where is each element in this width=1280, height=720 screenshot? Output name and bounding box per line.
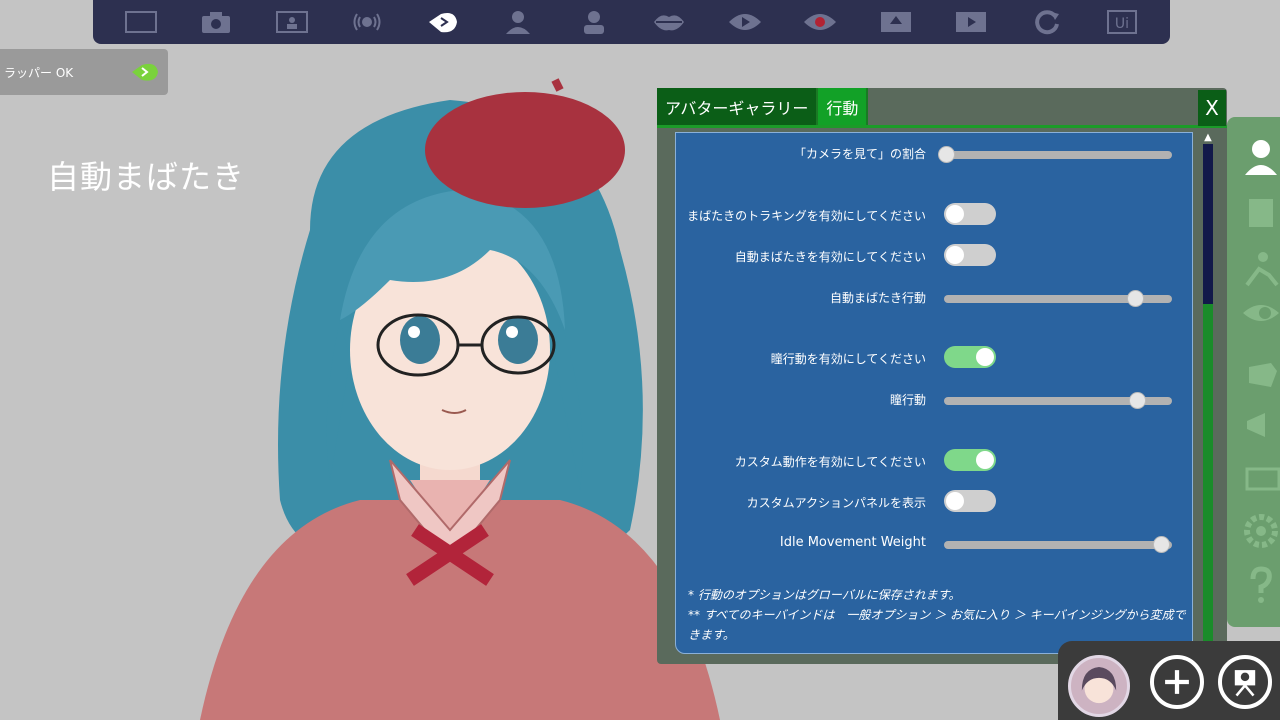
close-button[interactable]: X	[1198, 90, 1226, 126]
setting-row: 自動まばたきを有効にしてください	[676, 244, 1192, 268]
setting-label: 瞳行動	[889, 393, 926, 407]
sidebar-eye-gear-icon[interactable]	[1241, 293, 1280, 333]
status-text: ラッパー OK	[4, 65, 74, 80]
blink-status-icon	[132, 63, 158, 81]
setting-label: カスタム動作を有効にしてください	[734, 455, 926, 469]
lips-icon[interactable]	[646, 7, 692, 37]
broadcast-icon[interactable]	[344, 7, 390, 37]
setting-row: 瞳行動を有効にしてください	[676, 346, 1192, 370]
bottom-controls	[1058, 641, 1280, 720]
avatar-thumbnail[interactable]	[1068, 655, 1130, 717]
sidebar-pose-icon[interactable]	[1241, 249, 1280, 289]
setting-row: 「カメラを見て」の割合	[676, 141, 1192, 165]
eye-behavior-toggle[interactable]	[944, 346, 996, 368]
setting-label: 「カメラを見て」の割合	[793, 147, 926, 161]
custom-motion-toggle[interactable]	[944, 449, 996, 471]
setting-row: Idle Movement Weight	[676, 531, 1192, 555]
ui-icon[interactable]: Ui	[1099, 7, 1145, 37]
slider-knob[interactable]	[1129, 392, 1146, 409]
reload-icon[interactable]	[1024, 7, 1070, 37]
sidebar-outfit-icon[interactable]	[1241, 193, 1280, 233]
blink-face-icon[interactable]	[420, 7, 466, 37]
screen-icon[interactable]	[269, 7, 315, 37]
film-play-icon[interactable]	[948, 7, 994, 37]
status-indicator: ラッパー OK	[0, 49, 168, 95]
scrollbar-track[interactable]	[1203, 304, 1213, 648]
setting-label: Idle Movement Weight	[779, 535, 926, 550]
sidebar-hand-icon[interactable]	[1241, 353, 1280, 393]
note-line: * 行動のオプションはグローバルに保存されます。	[688, 588, 961, 602]
idle-movement-weight-slider[interactable]	[944, 536, 1172, 553]
auto-blink-toggle[interactable]	[944, 244, 996, 266]
panel-tabs: アバターギャラリー 行動	[657, 88, 869, 126]
camera-icon[interactable]	[193, 7, 239, 37]
blink-tracking-toggle[interactable]	[944, 203, 996, 225]
eye-record-icon[interactable]	[797, 7, 843, 37]
film-upload-icon[interactable]	[873, 7, 919, 37]
person-gear-icon[interactable]	[571, 7, 617, 37]
settings-panel: アバターギャラリー 行動 X 「カメラを見て」の割合 まばたきのトラキングを有効…	[657, 88, 1227, 664]
top-toolbar: Ui	[93, 0, 1170, 44]
tab-underline	[657, 125, 1227, 128]
eye-behavior-slider[interactable]	[944, 392, 1172, 409]
plus-icon	[1165, 670, 1189, 694]
notes: * 行動のオプションはグローバルに保存されます。 ** すべてのキーバインドは …	[688, 585, 1188, 645]
sidebar-help-icon[interactable]	[1241, 565, 1280, 605]
sidebar-edit-icon[interactable]	[1241, 459, 1280, 499]
sidebar-megaphone-icon[interactable]	[1241, 405, 1280, 445]
tab-avatar-gallery[interactable]: アバターギャラリー	[657, 88, 819, 126]
avatar-icon[interactable]	[495, 7, 541, 37]
setting-label: 瞳行動を有効にしてください	[770, 352, 926, 366]
setting-row: カスタムアクションパネルを表示	[676, 490, 1192, 514]
frame-icon[interactable]	[118, 7, 164, 37]
setting-label: まばたきのトラキングを有効にしてください	[687, 209, 926, 223]
note-line: ** すべてのキーバインドは 一般オプション ＞ お気に入り ＞ キーバインジン…	[688, 608, 1186, 642]
auto-blink-behavior-slider[interactable]	[944, 290, 1172, 307]
setting-label: 自動まばたきを有効にしてください	[734, 250, 926, 264]
scrollbar-thumb[interactable]	[1203, 144, 1213, 304]
setting-row: 自動まばたき行動	[676, 285, 1192, 309]
slider-knob[interactable]	[1153, 536, 1170, 553]
add-button[interactable]	[1150, 655, 1204, 709]
eye-play-icon[interactable]	[722, 7, 768, 37]
camera-tripod-icon	[1234, 670, 1256, 697]
setting-row: 瞳行動	[676, 387, 1192, 411]
look-at-camera-slider[interactable]	[938, 146, 1172, 163]
tab-behavior[interactable]: 行動	[818, 88, 869, 126]
setting-row: まばたきのトラキングを有効にしてください	[676, 203, 1192, 227]
ui-icon-label: Ui	[1115, 16, 1129, 32]
scroll-up-icon[interactable]: ▲	[1202, 132, 1214, 143]
photo-booth-button[interactable]	[1218, 655, 1272, 709]
custom-action-panel-toggle[interactable]	[944, 490, 996, 512]
behavior-settings: 「カメラを見て」の割合 まばたきのトラキングを有効にしてください 自動まばたきを…	[675, 132, 1193, 654]
setting-label: 自動まばたき行動	[829, 291, 926, 305]
scrollbar[interactable]: ▲ ▼	[1200, 132, 1216, 660]
setting-row: カスタム動作を有効にしてください	[676, 449, 1192, 473]
sidebar-avatar-icon[interactable]	[1241, 137, 1280, 177]
sidebar-gear-icon[interactable]	[1241, 511, 1280, 551]
slider-knob[interactable]	[1127, 290, 1144, 307]
setting-label: カスタムアクションパネルを表示	[746, 496, 926, 510]
slider-knob[interactable]	[938, 146, 955, 163]
right-sidebar	[1227, 117, 1280, 627]
